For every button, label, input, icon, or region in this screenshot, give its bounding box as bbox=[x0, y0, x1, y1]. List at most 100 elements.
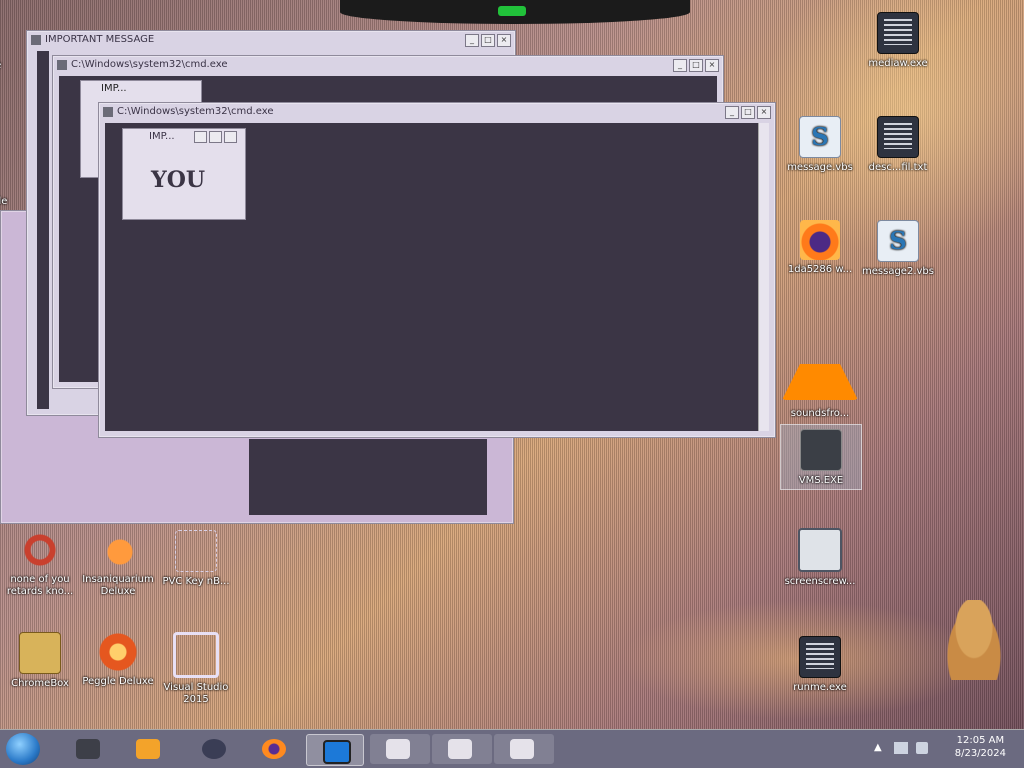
exe-icon bbox=[800, 429, 842, 471]
window-titlebar[interactable]: IMP... bbox=[123, 129, 245, 145]
document-icon bbox=[799, 636, 841, 678]
window-content bbox=[37, 51, 49, 409]
screen-icon bbox=[798, 528, 842, 572]
vlc-icon bbox=[782, 324, 858, 400]
taskbar-window-button[interactable] bbox=[432, 734, 492, 764]
network-icon[interactable] bbox=[894, 742, 908, 754]
desktop-icon-label: PVC Key nB... bbox=[162, 576, 230, 587]
taskbar-window-button[interactable] bbox=[370, 734, 430, 764]
window-titlebar[interactable]: C:\Windows\system32\cmd.exe _ □ × bbox=[99, 103, 775, 121]
window-title: IMP... bbox=[149, 131, 175, 142]
show-hidden-icons-icon[interactable]: ▲ bbox=[874, 742, 882, 753]
swirl-icon bbox=[20, 530, 60, 570]
desktop-icon-selected[interactable]: VMS.EXE bbox=[780, 424, 862, 490]
window-icon bbox=[31, 35, 41, 45]
taskbar-window-button[interactable] bbox=[494, 734, 554, 764]
close-button[interactable] bbox=[224, 131, 237, 143]
close-button[interactable]: × bbox=[757, 106, 771, 119]
blank-icon bbox=[175, 530, 217, 572]
desktop-icon[interactable]: desc...fil.txt bbox=[858, 116, 938, 174]
taskbar-button[interactable] bbox=[186, 734, 242, 764]
window-icon bbox=[510, 739, 534, 759]
close-button[interactable]: × bbox=[497, 34, 511, 47]
desktop-icon[interactable]: Peggle Deluxe bbox=[78, 632, 158, 688]
peggle-icon bbox=[98, 632, 138, 672]
desktop-icon-label: Peggle Deluxe bbox=[82, 676, 154, 687]
minimize-button[interactable]: _ bbox=[725, 106, 739, 119]
window-titlebar[interactable]: IMP... bbox=[81, 81, 201, 97]
desktop-icon[interactable]: S message.vbs bbox=[780, 116, 860, 174]
desktop-icon-partial[interactable]: nde bbox=[0, 196, 26, 208]
desktop-icon[interactable]: soundsfro... bbox=[780, 324, 860, 420]
maximize-button[interactable]: □ bbox=[689, 59, 703, 72]
clock-date: 8/23/2024 bbox=[954, 748, 1006, 759]
vbs-icon: S bbox=[877, 220, 919, 262]
minimize-button[interactable]: _ bbox=[673, 59, 687, 72]
desktop-icon[interactable]: ChromeBox bbox=[0, 632, 80, 690]
desktop-icon[interactable]: 1da5286 w... bbox=[780, 220, 860, 276]
close-button[interactable]: × bbox=[705, 59, 719, 72]
desktop-icon-label: ChromeBox bbox=[11, 678, 69, 689]
desktop-icon-label: soundsfro... bbox=[790, 408, 850, 419]
app-icon bbox=[76, 739, 100, 759]
document-icon bbox=[877, 116, 919, 158]
visual-studio-icon bbox=[173, 632, 219, 678]
taskbar-button[interactable] bbox=[60, 734, 116, 764]
minimize-button[interactable]: _ bbox=[465, 34, 479, 47]
desktop-icon-label: 1da5286 w... bbox=[787, 264, 853, 275]
desktop-icon-partial[interactable]: Re bbox=[0, 60, 20, 72]
window-controls: _ □ × bbox=[725, 106, 771, 119]
maximize-button[interactable]: □ bbox=[741, 106, 755, 119]
desktop-icon-label: message2.vbs bbox=[862, 266, 934, 277]
maximize-button[interactable]: □ bbox=[481, 34, 495, 47]
minimize-button[interactable] bbox=[194, 131, 207, 143]
desktop-icon-label: message.vbs bbox=[787, 162, 853, 173]
window-controls: _ □ × bbox=[673, 59, 719, 72]
status-indicator bbox=[498, 6, 526, 16]
window-title: IMPORTANT MESSAGE bbox=[45, 34, 155, 45]
vbs-icon: S bbox=[799, 116, 841, 158]
fish-icon bbox=[98, 530, 138, 570]
desktop-icon[interactable]: none of you retards kno... bbox=[0, 530, 80, 598]
desktop-icon[interactable]: mediaw.exe bbox=[858, 12, 938, 70]
start-button[interactable] bbox=[6, 733, 40, 765]
imp-message-box[interactable]: IMP... YOU bbox=[122, 128, 246, 220]
desktop-icon-label: runme.exe bbox=[793, 682, 847, 693]
background-window-content bbox=[249, 439, 487, 515]
window-title: C:\Windows\system32\cmd.exe bbox=[71, 59, 228, 70]
globe-icon bbox=[202, 739, 226, 759]
volume-icon[interactable] bbox=[916, 742, 928, 754]
firefox-icon bbox=[800, 220, 840, 260]
desktop-icon[interactable]: PVC Key nB... bbox=[156, 530, 236, 588]
taskbar-button[interactable] bbox=[246, 734, 302, 764]
desktop-icon[interactable]: S message2.vbs bbox=[858, 220, 938, 278]
window-titlebar[interactable]: C:\Windows\system32\cmd.exe _ □ × bbox=[53, 56, 723, 74]
taskbar: ▲ 12:05 AM 8/23/2024 bbox=[0, 729, 1024, 768]
desktop-icon[interactable]: Insaniquarium Deluxe bbox=[78, 530, 158, 598]
desktop-icon[interactable]: runme.exe bbox=[780, 636, 860, 694]
window-icon bbox=[448, 739, 472, 759]
window-title: C:\Windows\system32\cmd.exe bbox=[117, 106, 274, 117]
desktop-icon-label: Re bbox=[0, 60, 1, 71]
cmd-icon bbox=[57, 60, 67, 70]
media-player-icon bbox=[136, 739, 160, 759]
taskbar-button[interactable] bbox=[120, 734, 176, 764]
chrome-icon bbox=[19, 632, 61, 674]
desktop-icon[interactable]: Visual Studio 2015 bbox=[156, 632, 236, 706]
window-titlebar[interactable]: IMPORTANT MESSAGE _ □ × bbox=[27, 31, 515, 49]
desktop-icon-label: nde bbox=[0, 196, 8, 207]
clock[interactable]: 12:05 AM 8/23/2024 bbox=[955, 734, 1006, 760]
desktop-icon-label: screenscrew... bbox=[784, 576, 856, 587]
desktop-icon-label: Visual Studio 2015 bbox=[163, 682, 229, 705]
taskbar-button-active[interactable] bbox=[306, 734, 364, 766]
window-title: IMP... bbox=[101, 83, 127, 94]
maximize-button[interactable] bbox=[209, 131, 222, 143]
scrollbar[interactable] bbox=[758, 123, 769, 431]
window-controls: _ □ × bbox=[465, 34, 511, 47]
document-icon bbox=[877, 12, 919, 54]
desktop-icon[interactable]: screenscrew... bbox=[780, 528, 860, 588]
cmd-icon bbox=[103, 107, 113, 117]
desktop-icon-label: mediaw.exe bbox=[868, 58, 928, 69]
firefox-icon bbox=[262, 739, 286, 759]
system-tray: ▲ 12:05 AM 8/23/2024 bbox=[864, 730, 1024, 768]
